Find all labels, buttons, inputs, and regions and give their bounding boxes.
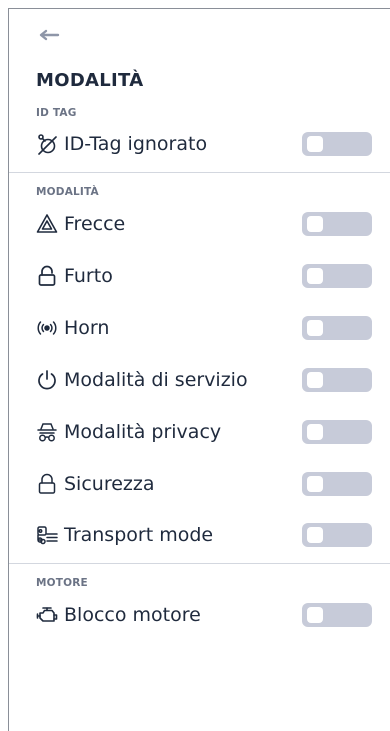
toggle-knob <box>307 320 323 336</box>
toggle-knob <box>307 607 323 623</box>
engine-icon <box>36 604 58 626</box>
hazard-icon <box>36 213 58 235</box>
section-label-modalita: MODALITÀ <box>36 186 99 198</box>
setting-row-transport-mode: Transport mode <box>36 521 372 549</box>
setting-row-idtag-ignorato: ID-Tag ignorato <box>36 130 372 158</box>
setting-label: Frecce <box>64 213 126 235</box>
setting-row-blocco-motore: Blocco motore <box>36 601 372 629</box>
toggle-sicurezza[interactable] <box>302 472 372 496</box>
toggle-modalita-privacy[interactable] <box>302 420 372 444</box>
setting-label: Blocco motore <box>64 604 201 626</box>
toggle-blocco-motore[interactable] <box>302 603 372 627</box>
setting-row-modalita-servizio: Modalità di servizio <box>36 366 372 394</box>
setting-label: Transport mode <box>64 524 214 546</box>
setting-label: Furto <box>64 265 113 287</box>
toggle-knob <box>307 136 323 152</box>
section-label-idtag: ID TAG <box>36 107 77 119</box>
setting-row-modalita-privacy: Modalità privacy <box>36 418 372 446</box>
toggle-frecce[interactable] <box>302 212 372 236</box>
toggle-knob <box>307 372 323 388</box>
toggle-transport-mode[interactable] <box>302 523 372 547</box>
incognito-icon <box>36 421 58 443</box>
tag-off-icon <box>36 133 58 155</box>
toggle-modalita-servizio[interactable] <box>302 368 372 392</box>
toggle-knob <box>307 527 323 543</box>
toggle-knob <box>307 216 323 232</box>
page-title: MODALITÀ <box>36 70 144 91</box>
setting-row-horn: Horn <box>36 314 372 342</box>
setting-row-frecce: Frecce <box>36 210 372 238</box>
setting-row-sicurezza: Sicurezza <box>36 470 372 498</box>
toggle-knob <box>307 476 323 492</box>
setting-label: Horn <box>64 317 110 339</box>
setting-label: Modalità privacy <box>64 421 222 443</box>
section-label-motore: MOTORE <box>36 577 88 589</box>
toggle-horn[interactable] <box>302 316 372 340</box>
power-icon <box>36 369 58 391</box>
toggle-idtag-ignorato[interactable] <box>302 132 372 156</box>
back-arrow-icon[interactable] <box>36 26 62 44</box>
horn-icon <box>36 317 58 339</box>
lock-icon <box>36 473 58 495</box>
divider <box>9 172 390 173</box>
toggle-furto[interactable] <box>302 264 372 288</box>
toggle-knob <box>307 424 323 440</box>
lock-open-icon <box>36 265 58 287</box>
toggle-knob <box>307 268 323 284</box>
setting-row-furto: Furto <box>36 262 372 290</box>
setting-label: Modalità di servizio <box>64 369 248 391</box>
divider <box>9 563 390 564</box>
tow-truck-icon <box>36 524 58 546</box>
setting-label: ID-Tag ignorato <box>64 133 208 155</box>
setting-label: Sicurezza <box>64 473 155 495</box>
